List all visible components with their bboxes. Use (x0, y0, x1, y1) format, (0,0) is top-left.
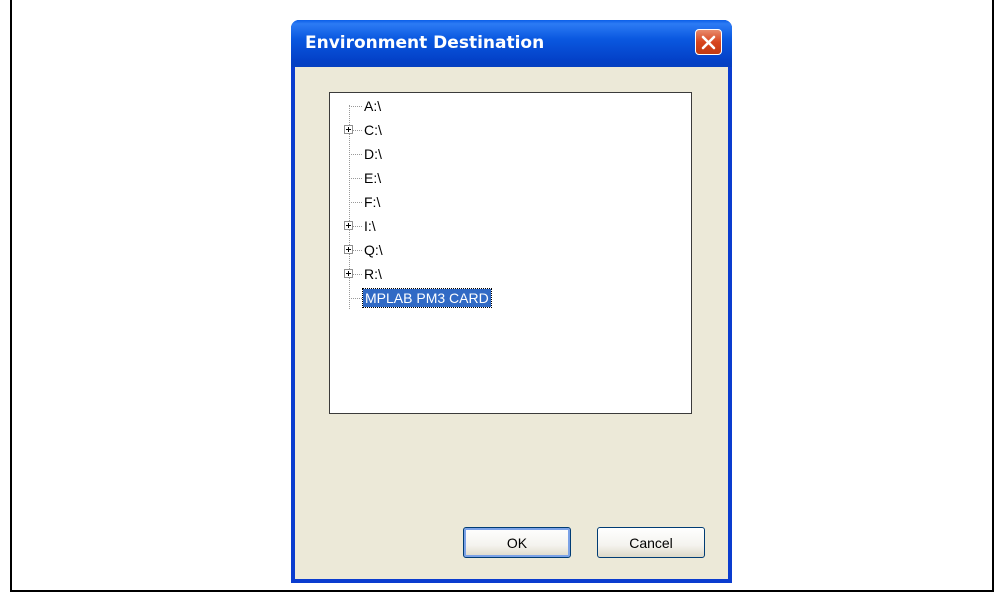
tree-item-label[interactable]: I:\ (364, 218, 376, 234)
dialog-client-area: A:\ C:\ D:\ E:\ F:\ I:\ Q:\ R:\ MPLAB PM… (295, 67, 728, 579)
expand-plus-icon[interactable] (344, 125, 353, 134)
tree-item-c[interactable]: C:\ (330, 119, 691, 143)
tree-item-r[interactable]: R:\ (330, 263, 691, 287)
tree-item-label[interactable]: R:\ (364, 266, 382, 282)
drive-tree-view[interactable]: A:\ C:\ D:\ E:\ F:\ I:\ Q:\ R:\ MPLAB PM… (329, 92, 692, 414)
expand-plus-icon[interactable] (344, 269, 353, 278)
tree-item-label[interactable]: F:\ (364, 194, 380, 210)
tree-item-a[interactable]: A:\ (330, 95, 691, 119)
tree-item-mplab-pm3-card[interactable]: MPLAB PM3 CARD (330, 287, 691, 311)
tree-item-e[interactable]: E:\ (330, 167, 691, 191)
expand-plus-icon[interactable] (344, 221, 353, 230)
tree-item-label[interactable]: A:\ (364, 98, 381, 114)
tree-item-f[interactable]: F:\ (330, 191, 691, 215)
dialog-title: Environment Destination (305, 33, 545, 53)
tree-item-d[interactable]: D:\ (330, 143, 691, 167)
tree-item-label-selected[interactable]: MPLAB PM3 CARD (362, 288, 492, 308)
tree-item-q[interactable]: Q:\ (330, 239, 691, 263)
tree-item-label[interactable]: C:\ (364, 122, 382, 138)
tree-item-label[interactable]: E:\ (364, 170, 381, 186)
close-icon (701, 35, 716, 49)
title-bar[interactable]: Environment Destination (291, 20, 732, 67)
tree-item-label[interactable]: D:\ (364, 146, 382, 162)
cancel-button[interactable]: Cancel (597, 527, 705, 558)
close-button[interactable] (695, 29, 722, 55)
expand-plus-icon[interactable] (344, 245, 353, 254)
tree-item-i[interactable]: I:\ (330, 215, 691, 239)
ok-button[interactable]: OK (463, 527, 571, 558)
tree-item-label[interactable]: Q:\ (364, 242, 383, 258)
environment-destination-dialog: Environment Destination A:\ C:\ D:\ E:\ … (291, 20, 732, 583)
